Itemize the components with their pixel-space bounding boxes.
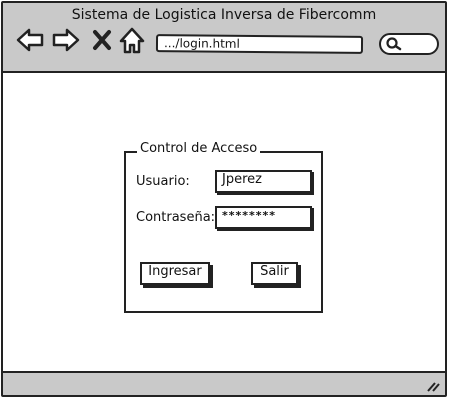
forward-icon[interactable] — [51, 25, 81, 55]
user-label: Usuario: — [136, 174, 190, 189]
address-bar[interactable]: .../login.html — [155, 34, 364, 54]
status-bar — [3, 371, 445, 395]
login-legend: Control de Acceso — [137, 141, 261, 157]
home-icon[interactable] — [117, 25, 147, 55]
window-title: Sistema de Logistica Inversa de Fibercom… — [71, 7, 377, 23]
close-icon[interactable] — [91, 25, 113, 55]
back-icon[interactable] — [15, 25, 45, 55]
browser-toolbar: Sistema de Logistica Inversa de Fibercom… — [3, 3, 445, 73]
password-label: Contraseña: — [136, 210, 216, 225]
salir-button[interactable]: Salir — [251, 262, 298, 285]
resize-grip-icon[interactable] — [425, 377, 441, 393]
username-field[interactable]: Jperez — [215, 170, 312, 193]
search-icon — [386, 37, 402, 51]
ingresar-button[interactable]: Ingresar — [140, 262, 210, 285]
password-field[interactable]: ******** — [215, 206, 312, 229]
search-box[interactable] — [379, 33, 439, 55]
